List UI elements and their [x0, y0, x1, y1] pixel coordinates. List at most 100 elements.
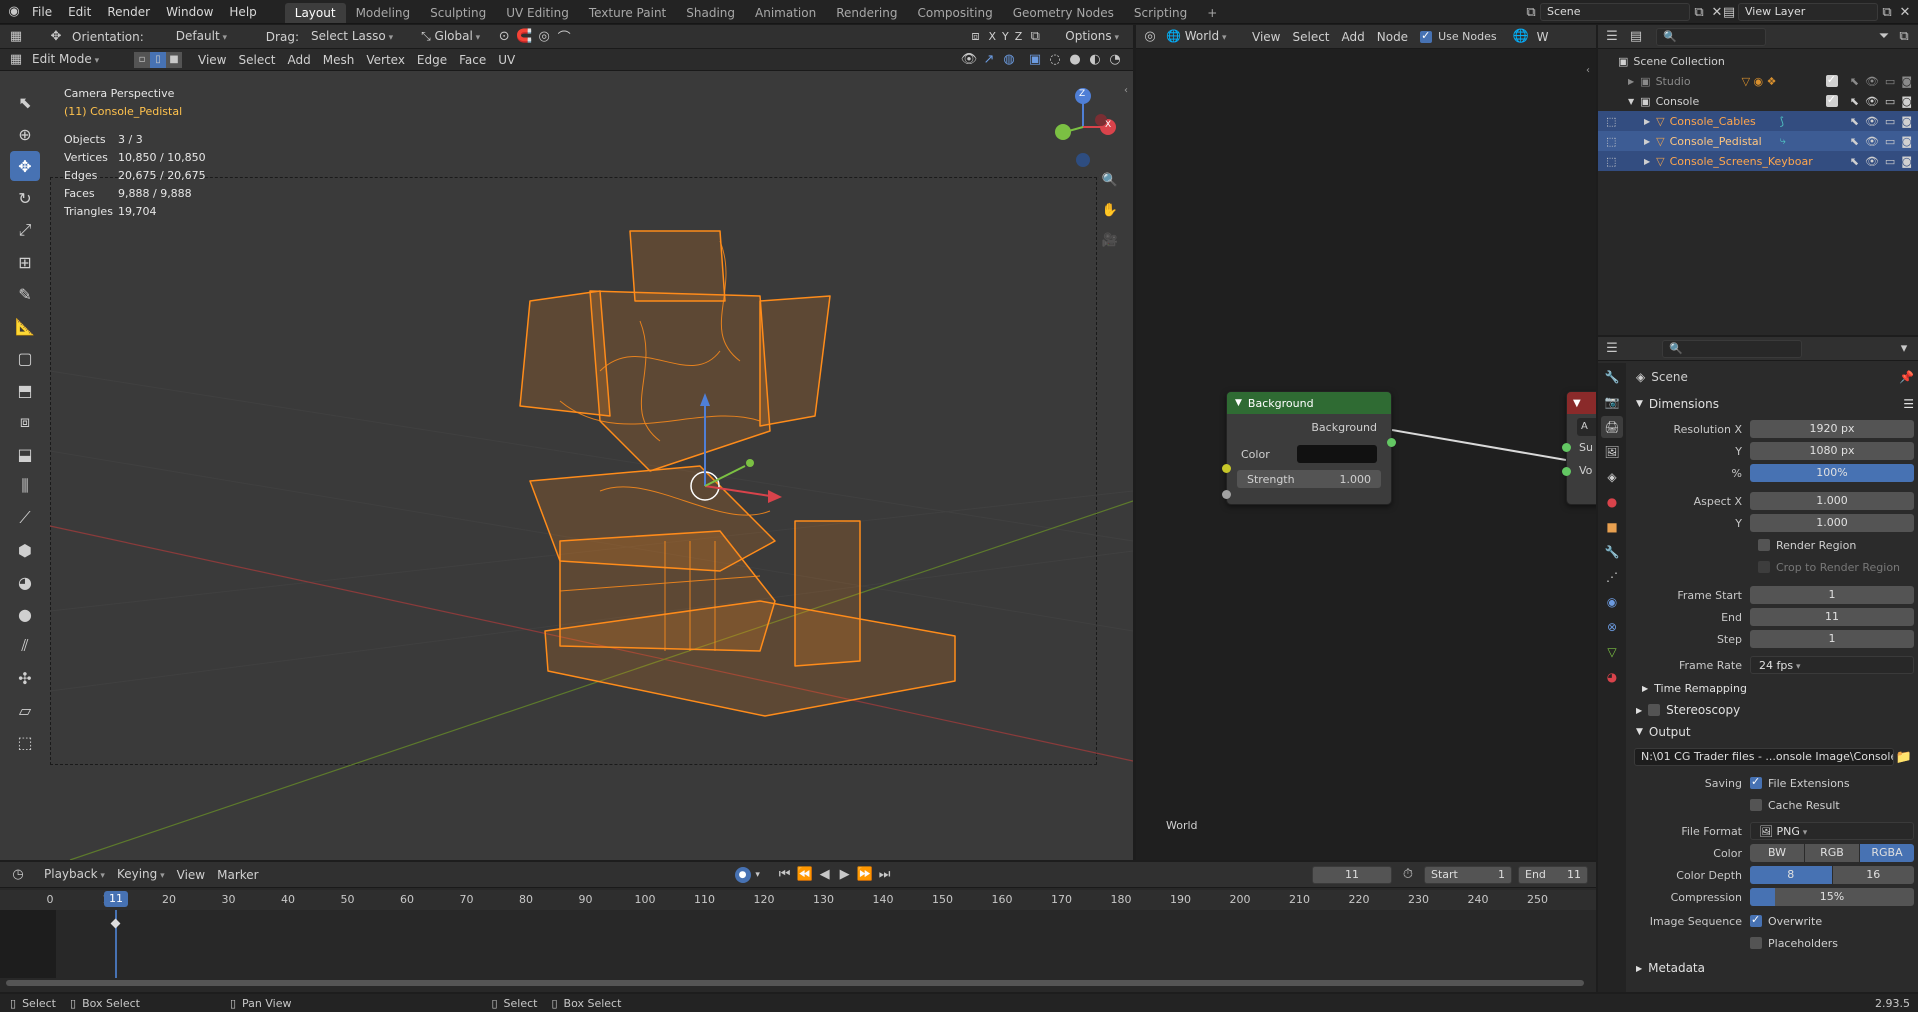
monitor-icon[interactable]: ▭	[1885, 135, 1895, 148]
volume-socket[interactable]	[1562, 467, 1571, 476]
frame-rate-dropdown[interactable]: 24 fps	[1750, 656, 1914, 674]
expand-icon[interactable]: ▶	[1636, 964, 1642, 973]
gizmo-toggle-icon[interactable]: ↗	[979, 50, 999, 70]
frame-start-field[interactable]: 1	[1750, 586, 1914, 604]
tab-uv-editing[interactable]: UV Editing	[496, 3, 579, 23]
menu-uv[interactable]: UV	[492, 50, 521, 70]
stereoscopy-panel-header[interactable]: ▶ Stereoscopy	[1630, 699, 1914, 721]
scene-collection-row[interactable]: ▣ Scene Collection	[1598, 51, 1918, 71]
material-tab-icon[interactable]: ◕	[1601, 666, 1623, 688]
frame-ruler[interactable]: 0102030405060708090100110120130140150160…	[0, 890, 1596, 910]
outliner-search-input[interactable]: 🔍	[1656, 27, 1766, 46]
playhead-frame-indicator[interactable]: 11	[104, 891, 128, 907]
monitor-icon[interactable]: ▭	[1885, 95, 1895, 108]
view-layer-field[interactable]: View Layer	[1738, 3, 1878, 21]
expand-icon[interactable]: ▶	[1644, 137, 1650, 146]
render-region-checkbox[interactable]	[1758, 539, 1770, 551]
play-icon[interactable]: ▶	[835, 865, 855, 885]
object-tab-icon[interactable]: ■	[1601, 516, 1623, 538]
edit-mode-icon[interactable]: ⬚	[1606, 115, 1616, 128]
expand-icon[interactable]: ▶	[1628, 77, 1634, 86]
output-panel-header[interactable]: ▼ Output	[1630, 721, 1914, 743]
tab-modeling[interactable]: Modeling	[346, 3, 421, 23]
play-reverse-icon[interactable]: ◀	[815, 865, 835, 885]
display-mode-icon[interactable]: ▤	[1626, 27, 1646, 47]
tab-scripting[interactable]: Scripting	[1124, 3, 1197, 23]
view-layer-icon[interactable]: ▤	[1720, 2, 1738, 22]
color-rgba-button[interactable]: RGBA	[1860, 844, 1914, 862]
snap-icon[interactable]: 🧲	[514, 27, 534, 47]
overwrite-checkbox[interactable]	[1750, 913, 1762, 927]
expand-icon[interactable]: ▶	[1642, 684, 1648, 693]
color-socket[interactable]	[1222, 464, 1231, 473]
menu-help[interactable]: Help	[221, 0, 264, 24]
target-field[interactable]: A	[1577, 418, 1596, 436]
solid-shading-icon[interactable]: ●	[1065, 50, 1085, 70]
select-icon[interactable]: ⬉	[1850, 135, 1859, 148]
material-shading-icon[interactable]: ◐	[1085, 50, 1105, 70]
collapse-icon[interactable]: ▼	[1636, 727, 1643, 737]
monitor-icon[interactable]: ▭	[1885, 75, 1895, 88]
world-tab-icon[interactable]: ●	[1601, 491, 1623, 513]
mode-dropdown[interactable]: Edit Mode	[26, 49, 126, 71]
tab-compositing[interactable]: Compositing	[907, 3, 1002, 23]
menu-window[interactable]: Window	[158, 0, 221, 24]
stereoscopy-checkbox[interactable]	[1648, 704, 1661, 716]
menu-mesh[interactable]: Mesh	[317, 50, 361, 70]
pin-icon[interactable]: 📌	[1899, 370, 1914, 384]
select-icon[interactable]: ⬉	[1850, 95, 1859, 108]
options-dropdown-icon[interactable]: ▾	[1894, 339, 1914, 359]
tab-geometry-nodes[interactable]: Geometry Nodes	[1003, 3, 1124, 23]
frame-end-field[interactable]: 11	[1750, 608, 1914, 626]
drag-dropdown[interactable]: Select Lasso	[305, 26, 399, 48]
camera-icon[interactable]: ◙	[1901, 135, 1912, 148]
axis-z-toggle[interactable]: Z	[1012, 27, 1026, 47]
camera-icon[interactable]: ◙	[1901, 115, 1912, 128]
resolution-x-field[interactable]: 1920 px	[1750, 420, 1914, 438]
tab-layout[interactable]: Layout	[284, 2, 346, 23]
edit-mode-icon[interactable]: ⬚	[1606, 135, 1616, 148]
eye-icon[interactable]: 👁	[1865, 155, 1879, 168]
aspect-x-field[interactable]: 1.000	[1750, 492, 1914, 510]
edge-select-icon[interactable]: ▯	[150, 51, 166, 68]
tab-texture-paint[interactable]: Texture Paint	[579, 3, 676, 23]
prev-keyframe-icon[interactable]: ⏪	[795, 865, 815, 885]
aspect-y-field[interactable]: 1.000	[1750, 514, 1914, 532]
metadata-panel-header[interactable]: ▶ Metadata	[1630, 957, 1914, 979]
scene-name-field[interactable]: Scene	[1540, 3, 1690, 21]
tab-rendering[interactable]: Rendering	[826, 3, 907, 23]
expand-icon[interactable]: ▶	[1644, 117, 1650, 126]
expand-icon[interactable]: ▶	[1636, 706, 1642, 715]
editor-type-icon[interactable]: ▦	[6, 27, 26, 47]
menu-add[interactable]: Add	[282, 50, 317, 70]
physics-tab-icon[interactable]: ◉	[1601, 591, 1623, 613]
vertex-select-icon[interactable]: ▫	[134, 51, 150, 68]
collapse-icon[interactable]: ▼	[1636, 399, 1643, 409]
sidebar-toggle-icon[interactable]: ‹	[1124, 85, 1128, 96]
xray-toggle-icon[interactable]: ▣	[1025, 50, 1045, 70]
expand-icon[interactable]: ▶	[1644, 157, 1650, 166]
select-icon[interactable]: ⬉	[1850, 155, 1859, 168]
menu-view[interactable]: View	[171, 865, 211, 885]
visibility-icon[interactable]: 👁	[959, 50, 979, 70]
pivot-icon[interactable]: ⊙	[494, 27, 514, 47]
presets-icon[interactable]: ☰	[1903, 397, 1914, 411]
menu-marker[interactable]: Marker	[211, 865, 264, 885]
new-scene-icon[interactable]: ⧉	[1690, 2, 1708, 22]
file-extensions-checkbox[interactable]	[1750, 775, 1762, 789]
3d-viewport[interactable]: ▦ ✥ Orientation: Default Drag: Select La…	[0, 25, 1133, 860]
axis-y-toggle[interactable]: Y	[999, 27, 1012, 47]
frame-step-field[interactable]: 1	[1750, 630, 1914, 648]
edit-mode-icon[interactable]: ⬚	[1606, 155, 1616, 168]
color-rgb-button[interactable]: RGB	[1805, 844, 1859, 862]
axis-x-toggle[interactable]: X	[985, 27, 999, 47]
color-swatch[interactable]	[1297, 445, 1377, 463]
overlay-toggle-icon[interactable]: ◍	[999, 50, 1019, 70]
color-depth-8-button[interactable]: 8	[1750, 866, 1832, 884]
filter-icon[interactable]: ⏷	[1874, 27, 1894, 47]
camera-view-icon[interactable]: 🎥	[1100, 230, 1120, 250]
end-frame-field[interactable]: End 11	[1518, 865, 1588, 884]
crop-region-row[interactable]: Crop to Render Region	[1630, 557, 1914, 577]
viewport-editor-icon[interactable]: ▦	[6, 50, 26, 70]
menu-edge[interactable]: Edge	[411, 50, 453, 70]
